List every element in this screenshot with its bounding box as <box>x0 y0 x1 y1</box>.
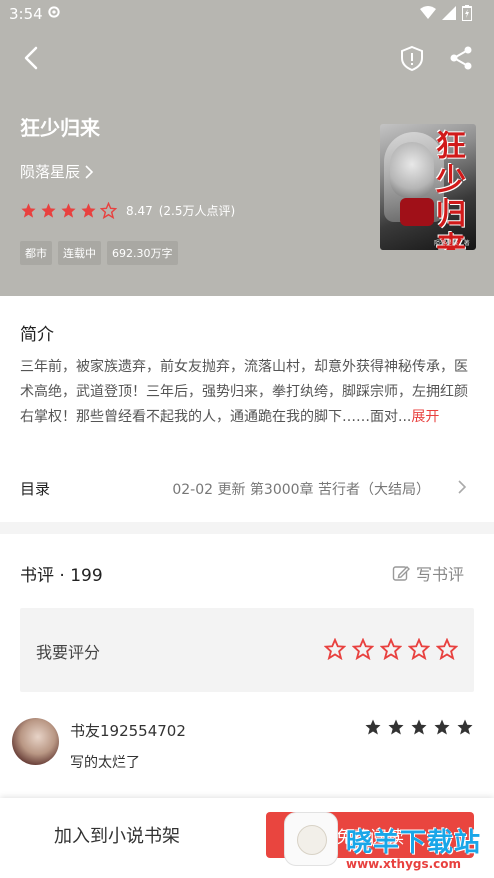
watermark-name: 晓羊下载站 <box>346 828 482 858</box>
write-review-label: 写书评 <box>416 565 465 584</box>
edit-icon <box>392 566 410 581</box>
add-to-shelf-button[interactable]: 加入到小说书架 <box>54 822 180 848</box>
review-stars <box>364 718 474 736</box>
toc-label: 目录 <box>20 480 51 498</box>
settings-gear-icon <box>48 6 60 18</box>
star-filled-icon <box>388 719 404 735</box>
rating-score: 8.47 <box>126 203 153 218</box>
star-filled-icon <box>434 719 450 735</box>
star-filled-icon <box>41 203 56 218</box>
author-link[interactable]: 陨落星辰 <box>20 161 94 182</box>
cover-author: 陨落星辰 · 著 <box>434 240 470 247</box>
chevron-right-icon <box>85 164 94 179</box>
chevron-right-icon <box>458 480 467 494</box>
author-name: 陨落星辰 <box>20 163 81 181</box>
rate-star-1-icon[interactable] <box>324 638 346 660</box>
signal-icon <box>442 6 456 20</box>
intro-text: 三年前，被家族遗弃，前女友抛弃，流落山村，却意外获得神秘传承，医术高绝，武道登顶… <box>20 355 475 430</box>
star-filled-icon <box>21 203 36 218</box>
section-divider <box>0 522 494 534</box>
rate-star-4-icon[interactable] <box>408 638 430 660</box>
toc-row[interactable]: 目录 02-02 更新 第3000章 苦行者（大结局） <box>0 466 494 510</box>
battery-icon <box>462 5 472 21</box>
star-outline-icon <box>100 202 117 219</box>
write-review-button[interactable]: 写书评 <box>392 561 464 585</box>
share-icon[interactable] <box>447 44 475 72</box>
star-filled-icon <box>81 203 96 218</box>
cover-art-accent <box>400 198 434 226</box>
watermark-url: www.xthygs.com <box>346 857 462 871</box>
book-header: 3:54 狂少归来 陨落星辰 8.47 (2.5万人点评) 都市 连载中 692… <box>0 0 494 296</box>
status-time: 3:54 <box>9 5 43 23</box>
intro-body: 三年前，被家族遗弃，前女友抛弃，流落山村，却意外获得神秘传承，医术高绝，武道登顶… <box>20 359 468 425</box>
watermark-logo-icon <box>284 812 338 866</box>
shield-icon[interactable] <box>398 44 426 72</box>
rating-row: 8.47 (2.5万人点评) <box>20 202 235 219</box>
status-bar: 3:54 <box>0 0 494 28</box>
rating-count: (2.5万人点评) <box>158 204 236 218</box>
book-title: 狂少归来 <box>20 116 100 140</box>
rate-prompt: 我要评分 <box>36 643 101 662</box>
review-username[interactable]: 书友192554702 <box>70 720 186 741</box>
star-filled-icon <box>457 719 473 735</box>
tag-status: 连载中 <box>58 241 101 265</box>
book-cover: 狂少归来 陨落星辰 · 著 <box>380 124 476 250</box>
reviews-heading: 书评 · 199 <box>20 566 103 586</box>
status-icons <box>420 5 472 21</box>
review-item: 书友192554702 写的太烂了 <box>0 706 494 806</box>
expand-intro-link[interactable]: 展开 <box>411 409 439 425</box>
rate-box: 我要评分 <box>20 608 474 692</box>
cover-art-face <box>390 142 434 198</box>
star-filled-icon <box>61 203 76 218</box>
watermark-sheep-icon <box>297 825 327 855</box>
star-filled-icon <box>411 719 427 735</box>
rate-star-3-icon[interactable] <box>380 638 402 660</box>
watermark: 晓羊下载站 www.xthygs.com <box>284 812 494 878</box>
rate-stars <box>324 638 458 660</box>
cover-title: 狂少归来 <box>436 129 466 251</box>
tag-genre: 都市 <box>20 241 52 265</box>
intro-heading: 简介 <box>20 325 54 345</box>
avatar[interactable] <box>12 718 59 765</box>
rate-star-2-icon[interactable] <box>352 638 374 660</box>
rate-star-5-icon[interactable] <box>436 638 458 660</box>
tag-word-count: 692.30万字 <box>107 241 178 265</box>
book-tags: 都市 连载中 692.30万字 <box>20 241 178 265</box>
latest-chapter-info: 02-02 更新 第3000章 苦行者（大结局） <box>172 482 430 498</box>
review-text: 写的太烂了 <box>70 755 140 771</box>
back-icon[interactable] <box>18 44 46 72</box>
wifi-icon <box>420 6 436 19</box>
star-filled-icon <box>365 719 381 735</box>
